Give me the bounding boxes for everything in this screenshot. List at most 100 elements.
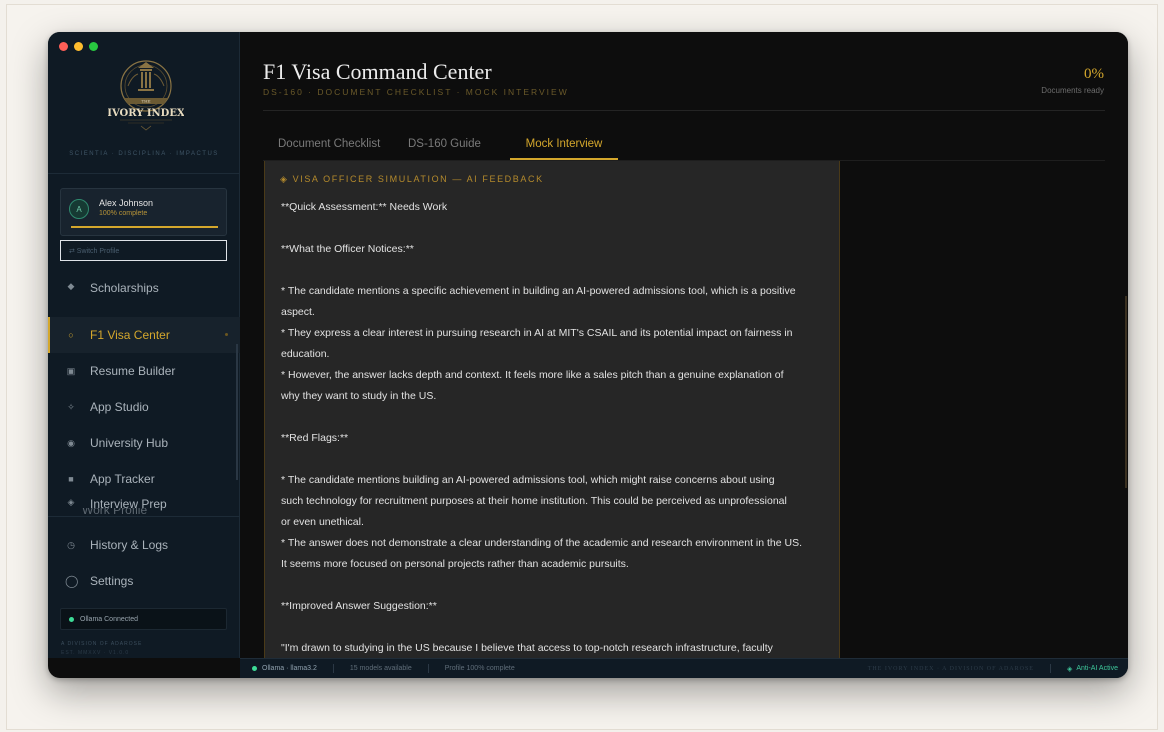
documents-ready-percent: 0% — [1084, 66, 1104, 82]
active-indicator-dot — [225, 333, 228, 336]
divider — [48, 173, 240, 174]
ivory-index-logo: THE IVORY INDEX — [108, 60, 184, 131]
history-icon: ◷ — [67, 539, 75, 550]
feedback-line: why they want to study in the US. — [281, 390, 437, 402]
sidebar-item-label: F1 Visa Center — [90, 328, 170, 342]
sidebar-footer-version: EST. MMXXV · V1.0.0 — [61, 650, 130, 656]
diamond-icon: ◈ — [67, 497, 75, 507]
avatar: A — [69, 199, 89, 219]
circle-outline-icon: ○ — [68, 330, 74, 340]
feedback-line: * However, the answer lacks depth and co… — [281, 369, 784, 381]
feedback-line: or even unethical. — [281, 516, 364, 528]
sidebar-footer-division: A DIVISION OF ADAROSE — [61, 641, 143, 647]
user-profile-card[interactable]: A Alex Johnson 100% complete — [60, 188, 227, 236]
ollama-status-text: Ollama Connected — [80, 615, 138, 623]
feedback-line: **Improved Answer Suggestion:** — [281, 600, 437, 612]
documents-ready-label: Documents ready — [1041, 86, 1104, 95]
separator — [1049, 664, 1051, 673]
main-content: F1 Visa Command Center DS-160 · DOCUMENT… — [240, 32, 1128, 658]
sidebar-item-university-hub[interactable]: ◉ University Hub — [48, 425, 240, 461]
feedback-line: **What the Officer Notices:** — [281, 243, 414, 255]
sidebar-item-resume-builder[interactable]: ▣ Resume Builder — [48, 353, 240, 389]
tab-bar: Document Checklist DS-160 Guide Mock Int… — [263, 129, 1105, 160]
models-available: 15 models available — [349, 665, 412, 672]
profile-progress-bar — [71, 226, 218, 228]
sidebar-item-app-studio[interactable]: ✧ App Studio — [48, 389, 240, 425]
feedback-line: aspect. — [281, 306, 315, 318]
ollama-connection-badge: Ollama Connected — [60, 608, 227, 630]
feedback-line: education. — [281, 348, 330, 360]
sidebar-item-label: App Tracker — [90, 472, 155, 486]
sidebar-item-work-profile[interactable]: Work Profile — [48, 508, 240, 516]
sidebar-item-label: Scholarships — [90, 281, 159, 295]
document-icon: ▣ — [66, 365, 76, 376]
tab-ds160-guide[interactable]: DS-160 Guide — [408, 129, 481, 160]
profile-progress-text: 100% complete — [99, 210, 148, 217]
maximize-window-button[interactable] — [89, 42, 98, 51]
divider — [48, 516, 240, 517]
status-right: THE IVORY INDEX · A DIVISION OF ADAROSE … — [868, 664, 1118, 673]
feedback-line: such technology for recruitment purposes… — [281, 495, 787, 507]
sparkle-icon: ✧ — [67, 401, 75, 412]
feedback-line — [281, 218, 831, 239]
sidebar-item-label: Work Profile — [82, 508, 148, 516]
feedback-line — [281, 449, 831, 470]
sidebar-item-scholarships[interactable]: ◆ Scholarships — [48, 281, 240, 303]
page-title: F1 Visa Command Center — [263, 59, 492, 84]
profile-status: Profile 100% complete — [444, 665, 515, 672]
square-icon: ■ — [68, 474, 74, 484]
sidebar-item-app-tracker[interactable]: ■ App Tracker — [48, 461, 240, 497]
brand-tagline: SCIENTIA · DISCIPLINA · IMPACTUS — [69, 151, 219, 157]
anti-ai-status: Anti-AI Active — [1076, 665, 1118, 672]
sidebar-item-label: History & Logs — [90, 538, 169, 552]
feedback-line: * The candidate mentions a specific achi… — [281, 285, 796, 297]
svg-text:THE: THE — [141, 99, 150, 104]
profile-progress-fill — [71, 226, 218, 228]
feedback-line: * The answer does not demonstrate a clea… — [281, 537, 803, 549]
window-controls — [59, 42, 98, 51]
sidebar-item-label: Resume Builder — [90, 364, 176, 378]
diamond-icon: ◈ — [1066, 665, 1073, 673]
status-dot-icon — [69, 616, 74, 622]
feedback-line — [281, 407, 831, 428]
page-subtitle: DS-160 · DOCUMENT CHECKLIST · MOCK INTER… — [263, 87, 569, 97]
close-window-button[interactable] — [59, 42, 68, 51]
sidebar-item-settings[interactable]: ◯ Settings — [48, 563, 240, 599]
diamond-icon: ◆ — [67, 281, 75, 291]
status-dot-icon — [252, 666, 257, 671]
status-bar: Ollama · llama3.2 15 models available Pr… — [240, 658, 1128, 678]
tab-document-checklist[interactable]: Document Checklist — [278, 129, 380, 160]
separator — [427, 664, 429, 673]
sidebar-scrollbar[interactable] — [236, 344, 238, 480]
circle-icon: ◯ — [65, 574, 79, 588]
status-brand: THE IVORY INDEX · A DIVISION OF ADAROSE — [867, 665, 1034, 672]
sidebar-item-label: Settings — [90, 574, 134, 588]
globe-icon: ◉ — [67, 437, 75, 448]
app-window: THE IVORY INDEX SCIENTIA · DISCIPLINA · … — [48, 32, 1128, 678]
sidebar-item-label: App Studio — [90, 400, 149, 414]
sidebar-item-history-logs[interactable]: ◷ History & Logs — [48, 527, 240, 563]
feedback-line: * They express a clear interest in pursu… — [281, 327, 793, 339]
feedback-line: **Quick Assessment:** Needs Work — [281, 201, 448, 213]
svg-text:IVORY INDEX: IVORY INDEX — [108, 108, 184, 119]
ollama-model-status: Ollama · llama3.2 — [262, 665, 317, 672]
user-name: Alex Johnson — [99, 198, 154, 208]
switch-profile-button[interactable]: ⇄ Switch Profile — [60, 240, 227, 261]
tab-mock-interview[interactable]: Mock Interview — [510, 129, 618, 160]
feedback-heading: ◈ VISA OFFICER SIMULATION — AI FEEDBACK — [280, 174, 544, 184]
feedback-line — [281, 260, 831, 281]
feedback-line — [281, 575, 831, 596]
feedback-line — [281, 617, 831, 638]
separator — [332, 664, 334, 673]
feedback-line: * The candidate mentions building an AI-… — [281, 474, 775, 486]
feedback-text: **Quick Assessment:** Needs Work **What t… — [281, 197, 831, 658]
ai-feedback-panel: ◈ VISA OFFICER SIMULATION — AI FEEDBACK … — [264, 161, 840, 658]
minimize-window-button[interactable] — [74, 42, 83, 51]
sidebar: THE IVORY INDEX SCIENTIA · DISCIPLINA · … — [48, 32, 240, 658]
main-scrollbar[interactable] — [1125, 296, 1127, 488]
divider — [263, 110, 1105, 111]
feedback-line: **Red Flags:** — [281, 432, 349, 444]
feedback-line: It seems more focused on personal projec… — [281, 558, 629, 570]
sidebar-item-f1-visa-center[interactable]: ○ F1 Visa Center — [48, 317, 240, 353]
feedback-line: "I'm drawn to studying in the US because… — [281, 642, 773, 654]
